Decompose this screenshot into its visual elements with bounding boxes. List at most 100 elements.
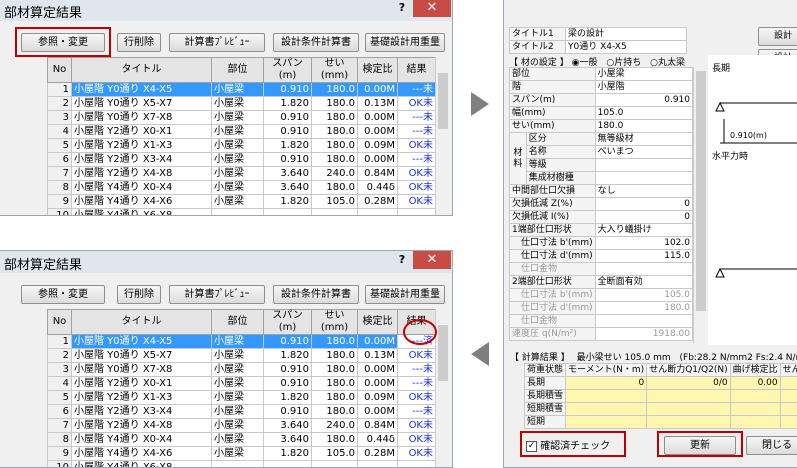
table-row[interactable]: 6小屋階 Y2通り X3-X4小屋梁0.910180.00.00M---未 (48, 153, 436, 167)
property-row: 仕口寸法 d'(mm)180.0 (510, 302, 693, 315)
table-row[interactable]: 3小屋階 Y0通り X7-X8小屋梁0.910180.00.00M---未 (48, 363, 436, 377)
table-row[interactable]: 2小屋階 Y0通り X5-X7小屋梁1.820180.00.13MOK未 (48, 349, 436, 363)
property-value[interactable] (595, 172, 692, 185)
title1-field[interactable]: 梁の設計 (566, 28, 687, 41)
close-button[interactable]: 閉じる (746, 436, 797, 455)
cell-depth: 180.0 (312, 377, 358, 391)
cell-result: OK未 (398, 419, 436, 433)
base-weight-button[interactable]: 基礎設計用重量 (365, 285, 445, 304)
cell-result: OK未 (398, 195, 436, 209)
preview-button[interactable]: 計算書ﾌﾟﾚﾋﾞｭｰ (169, 285, 265, 304)
property-label: 集成材樹種 (526, 172, 595, 185)
table-row[interactable]: 10小屋階 Y4通り X6-X8 (48, 461, 436, 468)
scrollbar-thumb[interactable] (696, 71, 706, 311)
result-window-bottom: 部材算定結果 ? ✕ 参照・変更 行削除 計算書ﾌﾟﾚﾋﾞｭｰ 設計条件計算書 … (0, 250, 453, 468)
property-value[interactable]: 大入り蟻掛け (595, 224, 692, 237)
property-value[interactable]: 0 (595, 198, 692, 211)
property-value[interactable]: 1918.00 (595, 328, 692, 341)
property-value[interactable]: 0.910 (595, 94, 692, 107)
cell-depth: 105.0 (312, 195, 358, 209)
table-row[interactable]: 8小屋階 Y4通り X0-X4小屋梁3.640180.00.44δOK未 (48, 181, 436, 195)
property-value[interactable]: 115.0 (595, 250, 692, 263)
property-value[interactable]: 全断面有効 (595, 276, 692, 289)
table-row[interactable]: 7小屋階 Y2通り X4-X8小屋梁3.640240.00.84MOK未 (48, 167, 436, 181)
vertical-scrollbar[interactable] (435, 309, 449, 468)
design-button-1[interactable]: 設計 (758, 27, 797, 46)
delete-row-button[interactable]: 行削除 (117, 285, 161, 304)
cell-title: 小屋階 Y0通り X4-X5 (72, 83, 212, 97)
column-header[interactable]: せい(mm) (312, 58, 358, 83)
column-header[interactable]: タイトル (72, 58, 212, 83)
table-row[interactable]: 1小屋階 Y0通り X4-X5小屋梁0.910180.00.00M---済 (48, 335, 436, 349)
table-row[interactable]: 8小屋階 Y4通り X0-X4小屋梁3.640180.00.44δOK未 (48, 433, 436, 447)
condition-calc-button[interactable]: 設計条件計算書 (273, 285, 359, 304)
column-header[interactable]: 部位 (212, 58, 264, 83)
result-row: 長期積雪 (525, 390, 797, 403)
table-row[interactable]: 10小屋階 Y4通り X6-X8 (48, 209, 436, 217)
property-value[interactable]: 180.0 (595, 120, 692, 133)
scrollbar-thumb[interactable] (438, 73, 448, 129)
property-value[interactable]: 105.0 (595, 289, 692, 302)
result-column-header: 荷重状態 (525, 364, 566, 377)
scrollbar-thumb[interactable] (438, 325, 448, 381)
vertical-scrollbar[interactable] (435, 57, 449, 216)
table-row[interactable]: 3小屋階 Y0通り X7-X8小屋梁0.910180.00.00M---未 (48, 111, 436, 125)
property-value[interactable]: 102.0 (595, 237, 692, 250)
column-header[interactable]: No (48, 58, 72, 83)
cell-part: 小屋梁 (212, 349, 264, 363)
result-column-header: せん断 (780, 364, 797, 377)
cell-no: 8 (48, 181, 72, 195)
table-row[interactable]: 4小屋階 Y2通り X0-X1小屋梁0.910180.00.00M---未 (48, 377, 436, 391)
base-weight-button[interactable]: 基礎設計用重量 (365, 33, 445, 52)
column-header[interactable]: 検定比 (358, 310, 398, 335)
table-row[interactable]: 2小屋階 Y0通り X5-X7小屋梁1.820180.00.13MOK未 (48, 97, 436, 111)
cell-ratio: 0.09M (358, 391, 398, 405)
property-value[interactable]: 105.0 (595, 107, 692, 120)
column-header[interactable]: せい(mm) (312, 310, 358, 335)
property-value[interactable]: 小屋階 (595, 81, 692, 94)
property-value[interactable] (595, 159, 692, 172)
property-value[interactable]: なし (595, 185, 692, 198)
property-row: 中間部仕口欠損なし (510, 185, 693, 198)
cell-part: 小屋梁 (212, 181, 264, 195)
close-icon[interactable]: ✕ (413, 0, 451, 17)
column-header[interactable]: タイトル (72, 310, 212, 335)
column-header[interactable]: スパン(m) (264, 58, 312, 83)
cell-no: 10 (48, 461, 72, 468)
property-value[interactable]: 0 (595, 211, 692, 224)
property-value[interactable]: 小屋梁 (595, 68, 692, 81)
delete-row-button[interactable]: 行削除 (117, 33, 161, 52)
property-scrollbar[interactable] (693, 67, 707, 343)
property-value[interactable] (595, 315, 692, 328)
cell-span: 0.910 (264, 111, 312, 125)
cell-no: 8 (48, 433, 72, 447)
table-row[interactable]: 4小屋階 Y2通り X0-X1小屋梁0.910180.00.00M---未 (48, 125, 436, 139)
table-row[interactable]: 1小屋階 Y0通り X4-X5小屋梁0.910180.00.00M---未 (48, 83, 436, 97)
property-value[interactable]: べいまつ (595, 146, 692, 159)
table-row[interactable]: 5小屋階 Y2通り X1-X3小屋梁1.820180.00.09MOK未 (48, 391, 436, 405)
cell-ratio: 0.84M (358, 419, 398, 433)
cell-span (264, 209, 312, 217)
title2-field[interactable]: Y0通り X4-X5 (566, 41, 687, 54)
property-value[interactable]: 無等級材 (595, 133, 692, 146)
column-header[interactable]: スパン(m) (264, 310, 312, 335)
result-shear (647, 390, 730, 403)
help-icon[interactable]: ? (391, 253, 413, 269)
column-header[interactable]: No (48, 310, 72, 335)
property-value[interactable]: 180.0 (595, 302, 692, 315)
preview-button[interactable]: 計算書ﾌﾟﾚﾋﾞｭｰ (169, 33, 265, 52)
column-header[interactable]: 結果 (398, 58, 436, 83)
table-row[interactable]: 9小屋階 Y4通り X4-X6小屋梁1.820105.00.28MOK未 (48, 195, 436, 209)
table-row[interactable]: 9小屋階 Y4通り X4-X6小屋梁1.820105.00.28MOK未 (48, 447, 436, 461)
table-row[interactable]: 5小屋階 Y2通り X1-X3小屋梁1.820180.00.09MOK未 (48, 139, 436, 153)
help-icon[interactable]: ? (391, 1, 413, 17)
table-row[interactable]: 6小屋階 Y2通り X3-X4小屋梁0.910180.00.00M---未 (48, 405, 436, 419)
property-value[interactable] (595, 263, 692, 276)
condition-calc-button[interactable]: 設計条件計算書 (273, 33, 359, 52)
result-moment (566, 403, 647, 416)
column-header[interactable]: 部位 (212, 310, 264, 335)
table-row[interactable]: 7小屋階 Y2通り X4-X8小屋梁3.640240.00.84MOK未 (48, 419, 436, 433)
edit-button[interactable]: 参照・変更 (21, 285, 105, 304)
close-icon[interactable]: ✕ (413, 251, 451, 269)
column-header[interactable]: 検定比 (358, 58, 398, 83)
